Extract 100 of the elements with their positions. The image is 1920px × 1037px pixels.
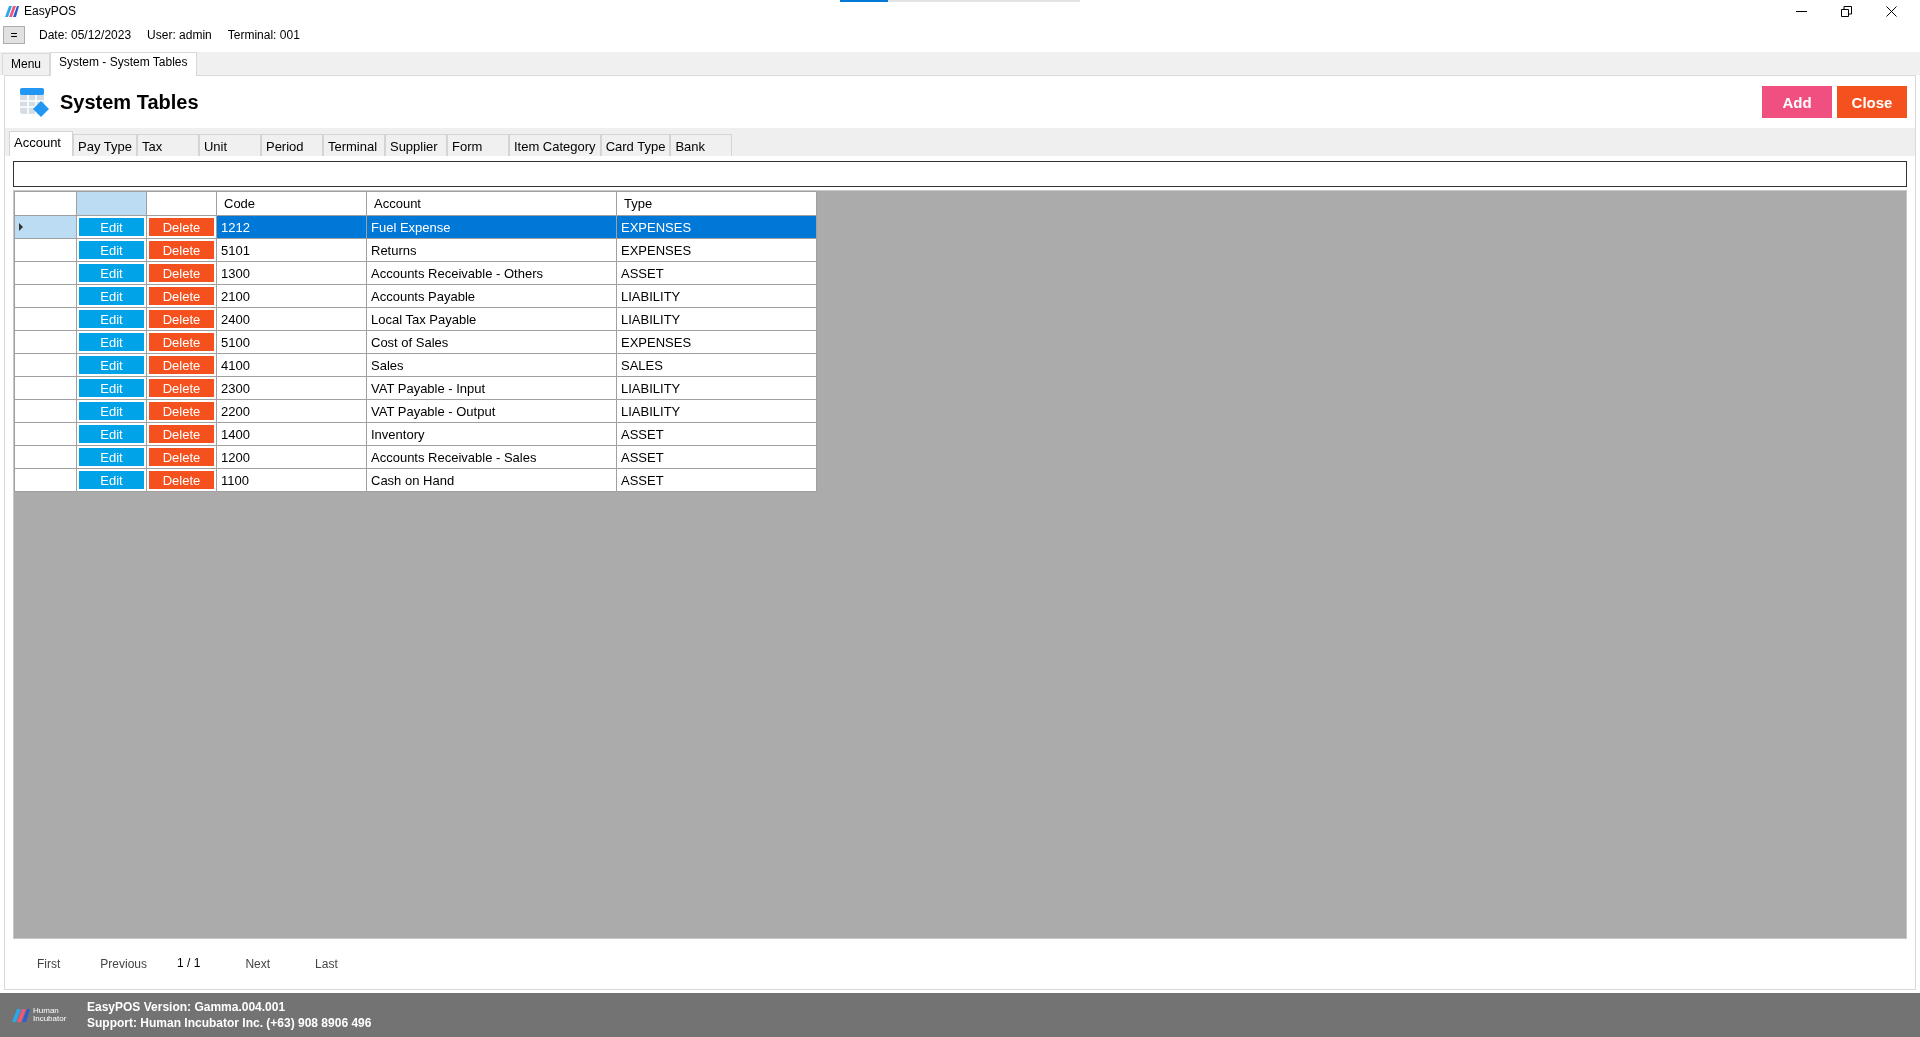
version-text: EasyPOS Version: Gamma.004.001 [87,999,287,1015]
table-cell: ASSET [616,261,817,285]
edit-button[interactable]: Edit [78,240,145,260]
terminal-label: Terminal: 001 [227,28,300,42]
previous-page-button[interactable]: Previous [100,957,147,971]
row-header[interactable] [14,445,77,469]
table-cell: 5101 [216,238,367,262]
company-logo-icon [12,1006,30,1024]
table-tab[interactable]: Supplier [384,134,447,156]
row-header[interactable] [14,353,77,377]
column-header[interactable]: Code [216,191,367,216]
delete-button[interactable]: Delete [148,424,215,444]
next-page-button[interactable]: Next [245,957,271,971]
page-title: System Tables [60,90,199,114]
row-header[interactable] [14,215,77,239]
table-tab[interactable]: Pay Type [73,134,137,156]
table-tab[interactable]: Terminal [322,134,385,156]
table-cell: Cost of Sales [366,330,617,354]
table-cell: 1100 [216,468,367,492]
table-cell: Accounts Payable [366,284,617,308]
table-cell: LIABILITY [616,399,817,423]
table-cell: Accounts Receivable - Others [366,261,617,285]
delete-button[interactable]: Delete [148,309,215,329]
table-edit-icon [19,86,50,118]
table-cell: Cash on Hand [366,468,617,492]
table-tab[interactable]: Card Type [600,134,671,156]
add-button[interactable]: Add [1762,86,1832,118]
table-cell: Returns [366,238,617,262]
edit-button[interactable]: Edit [78,263,145,283]
table-tab[interactable]: Unit [198,134,261,156]
table-cell: VAT Payable - Input [366,376,617,400]
first-page-button[interactable]: First [37,957,61,971]
row-header[interactable] [14,284,77,308]
table-cell: Sales [366,353,617,377]
table-cell: EXPENSES [616,238,817,262]
table-cell: 1400 [216,422,367,446]
table-cell: SALES [616,353,817,377]
window-title: EasyPOS [24,4,77,18]
row-header[interactable] [14,376,77,400]
table-cell: LIABILITY [616,284,817,308]
table-cell: 5100 [216,330,367,354]
table-cell: Fuel Expense [366,215,617,239]
row-header[interactable] [14,468,77,492]
delete-button[interactable]: Delete [148,263,215,283]
table-cell: 2200 [216,399,367,423]
last-page-button[interactable]: Last [315,957,338,971]
row-header[interactable] [14,307,77,331]
table-cell: 2100 [216,284,367,308]
menu-button[interactable]: = [3,26,25,44]
edit-button[interactable]: Edit [78,424,145,444]
delete-button[interactable]: Delete [148,332,215,352]
edit-button[interactable]: Edit [78,470,145,490]
edit-button[interactable]: Edit [78,401,145,421]
column-header[interactable]: Type [616,191,817,216]
edit-button[interactable]: Edit [78,447,145,467]
delete-button[interactable]: Delete [148,286,215,306]
edit-button[interactable]: Edit [78,355,145,375]
delete-button[interactable]: Delete [148,355,215,375]
table-tab[interactable]: Tax [136,134,199,156]
table-cell: 2400 [216,307,367,331]
close-button[interactable]: Close [1837,86,1907,118]
table-cell: 1200 [216,445,367,469]
table-cell: VAT Payable - Output [366,399,617,423]
row-header[interactable] [14,422,77,446]
row-header[interactable] [14,399,77,423]
table-tab[interactable]: Form [446,134,509,156]
delete-button[interactable]: Delete [148,401,215,421]
table-tab[interactable]: Item Category [508,134,601,156]
delete-button[interactable]: Delete [148,470,215,490]
row-header[interactable] [14,330,77,354]
delete-button[interactable]: Delete [148,447,215,467]
table-cell: 2300 [216,376,367,400]
table-cell: Local Tax Payable [366,307,617,331]
edit-button[interactable]: Edit [78,217,145,237]
table-cell: 1300 [216,261,367,285]
page-indicator: 1 / 1 [177,955,201,970]
search-field[interactable] [13,161,1907,187]
edit-button[interactable]: Edit [78,378,145,398]
table-tab[interactable]: Account [9,131,73,156]
user-label: User: admin [147,28,212,42]
table-cell: Accounts Receivable - Sales [366,445,617,469]
delete-button[interactable]: Delete [148,378,215,398]
table-cell: 1212 [216,215,367,239]
edit-button[interactable]: Edit [78,309,145,329]
column-header[interactable]: Account [366,191,617,216]
document-tab[interactable]: System - System Tables [50,52,197,76]
row-header[interactable] [14,261,77,285]
support-text: Support: Human Incubator Inc. (+63) 908 8906 496 [87,1015,372,1031]
table-tab[interactable]: Bank [670,134,733,156]
delete-button[interactable]: Delete [148,240,215,260]
table-cell: ASSET [616,445,817,469]
logo-text: Human [33,1007,60,1015]
table-cell: Inventory [366,422,617,446]
edit-button[interactable]: Edit [78,332,145,352]
close-window-icon [1886,5,1897,17]
row-header[interactable] [14,238,77,262]
document-tab[interactable]: Menu [2,53,51,75]
delete-button[interactable]: Delete [148,217,215,237]
table-tab[interactable]: Period [260,134,323,156]
edit-button[interactable]: Edit [78,286,145,306]
